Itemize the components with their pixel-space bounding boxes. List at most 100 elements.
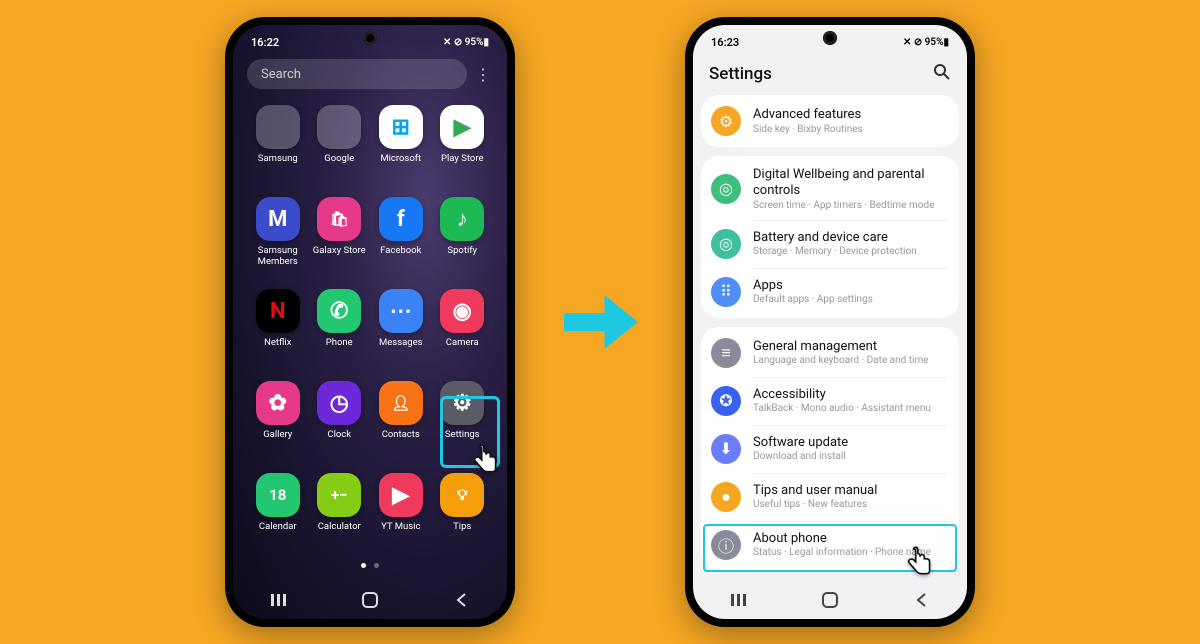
more-icon[interactable]: ⋮ — [473, 59, 493, 89]
app-samsung[interactable]: Samsung — [247, 99, 309, 191]
arrow-icon — [555, 277, 645, 367]
app-icon: N — [256, 289, 300, 333]
app-icon: ✿ — [256, 381, 300, 425]
app-label: Samsung — [258, 154, 298, 165]
phone-settings: 16:23 ✕ ⊘ 95%▮ Settings ⚙Advanced featur… — [685, 17, 975, 627]
app-netflix[interactable]: NNetflix — [247, 283, 309, 375]
row-subtitle: Useful tips · New features — [753, 499, 947, 510]
nav-recents[interactable] — [259, 590, 299, 610]
settings-row-tips-and-user-manual[interactable]: ●Tips and user manualUseful tips · New f… — [701, 473, 959, 521]
app-label: Contacts — [382, 430, 420, 441]
app-contacts[interactable]: 👤︎Contacts — [370, 375, 432, 467]
row-subtitle: Storage · Memory · Device protection — [753, 246, 947, 257]
settings-list[interactable]: ⚙Advanced featuresSide key · Bixby Routi… — [693, 95, 967, 580]
app-icon: ⚙ — [440, 381, 484, 425]
app-samsung-members[interactable]: MSamsung Members — [247, 191, 309, 283]
app-spotify[interactable]: ♪ Spotify — [432, 191, 494, 283]
app-label: Google — [324, 154, 354, 165]
folder-icon — [256, 105, 300, 149]
settings-row-apps[interactable]: ⠿AppsDefault apps · App settings — [701, 268, 959, 316]
nav-back[interactable] — [441, 590, 481, 610]
app-icon: ⋯ — [379, 289, 423, 333]
settings-screen: 16:23 ✕ ⊘ 95%▮ Settings ⚙Advanced featur… — [693, 25, 967, 619]
app-tips[interactable]: 💡︎Tips — [432, 467, 494, 559]
app-label: Microsoft — [380, 154, 421, 165]
settings-row-advanced-features[interactable]: ⚙Advanced featuresSide key · Bixby Routi… — [701, 97, 959, 145]
app-facebook[interactable]: fFacebook — [370, 191, 432, 283]
app-label: YT Music — [381, 522, 420, 533]
search-icon[interactable] — [933, 63, 951, 85]
camera-notch — [363, 31, 377, 45]
row-text: Software updateDownload and install — [753, 435, 947, 462]
app-label: Samsung Members — [258, 246, 298, 268]
row-icon: ◎ — [711, 229, 741, 259]
row-title: Software update — [753, 435, 947, 451]
row-title: Advanced features — [753, 107, 947, 123]
row-subtitle: Side key · Bixby Routines — [753, 124, 947, 135]
nav-back[interactable] — [901, 590, 941, 610]
navbar — [233, 581, 507, 619]
app-gallery[interactable]: ✿ Gallery — [247, 375, 309, 467]
nav-recents[interactable] — [719, 590, 759, 610]
row-title: Digital Wellbeing and parental controls — [753, 167, 947, 200]
app-label: Clock — [327, 430, 351, 441]
app-messages[interactable]: ⋯Messages — [370, 283, 432, 375]
settings-row-general-management[interactable]: ≡ General managementLanguage and keyboard… — [701, 329, 959, 377]
page-indicator — [233, 559, 507, 572]
cursor-hand-icon — [903, 545, 937, 579]
app-galaxy-store[interactable]: 🛍︎Galaxy Store — [309, 191, 371, 283]
search-placeholder: Search — [261, 67, 301, 82]
folder-icon — [317, 105, 361, 149]
app-icon: ◷ — [317, 381, 361, 425]
row-icon: ≡ — [711, 338, 741, 368]
row-text: AccessibilityTalkBack · Mono audio · Ass… — [753, 387, 947, 414]
nav-home[interactable] — [350, 590, 390, 610]
app-label: Facebook — [380, 246, 421, 257]
row-subtitle: Language and keyboard · Date and time — [753, 355, 947, 366]
app-camera[interactable]: ◉Camera — [432, 283, 494, 375]
settings-row-accessibility[interactable]: ✪ AccessibilityTalkBack · Mono audio · As… — [701, 377, 959, 425]
app-label: Phone — [326, 338, 353, 349]
app-label: Galaxy Store — [313, 246, 366, 257]
settings-card: ⚙Advanced featuresSide key · Bixby Routi… — [701, 95, 959, 147]
app-clock[interactable]: ◷ Clock — [309, 375, 371, 467]
app-icon: 💡︎ — [440, 473, 484, 517]
status-icons: ✕ ⊘ 95%▮ — [903, 37, 949, 48]
app-label: Spotify — [447, 246, 477, 257]
cursor-hand-icon — [469, 443, 503, 477]
home-screen: 16:22 ✕ ⊘ 95%▮ Search ⋮ Samsung Google ⊞ Mi… — [233, 25, 507, 619]
settings-row-digital-wellbeing-and-parental-controls[interactable]: ◎Digital Wellbeing and parental controls… — [701, 158, 959, 220]
app-play-store[interactable]: ▶Play Store — [432, 99, 494, 191]
search-row: Search ⋮ — [233, 55, 507, 93]
app-icon: 18 — [256, 473, 300, 517]
phone-home: 16:22 ✕ ⊘ 95%▮ Search ⋮ Samsung Google ⊞ Mi… — [225, 17, 515, 627]
app-calendar[interactable]: 18Calendar — [247, 467, 309, 559]
settings-row-battery-and-device-care[interactable]: ◎Battery and device careStorage · Memory… — [701, 220, 959, 268]
settings-row-software-update[interactable]: ⬇Software updateDownload and install — [701, 425, 959, 473]
app-icon: ▶ — [379, 473, 423, 517]
app-calculator[interactable]: +− Calculator — [309, 467, 371, 559]
nav-home[interactable] — [810, 590, 850, 610]
settings-header: Settings — [693, 55, 967, 95]
app-icon: ♪ — [440, 197, 484, 241]
app-icon: ⊞ — [379, 105, 423, 149]
app-yt-music[interactable]: ▶ YT Music — [370, 467, 432, 559]
search-input[interactable]: Search — [247, 59, 467, 89]
app-microsoft[interactable]: ⊞ Microsoft — [370, 99, 432, 191]
app-label: Settings — [445, 430, 480, 441]
app-label: Calculator — [318, 522, 361, 533]
row-text: General managementLanguage and keyboard … — [753, 339, 947, 366]
status-time: 16:22 — [251, 36, 279, 49]
row-subtitle: Download and install — [753, 451, 947, 462]
app-google[interactable]: Google — [309, 99, 371, 191]
row-title: General management — [753, 339, 947, 355]
row-icon: ✪ — [711, 386, 741, 416]
row-text: Advanced featuresSide key · Bixby Routin… — [753, 107, 947, 134]
app-icon: +− — [317, 473, 361, 517]
app-phone[interactable]: ✆Phone — [309, 283, 371, 375]
row-title: Accessibility — [753, 387, 947, 403]
app-label: Camera — [446, 338, 479, 349]
status-icons: ✕ ⊘ 95%▮ — [443, 37, 489, 48]
row-icon: ● — [711, 482, 741, 512]
app-label: Gallery — [263, 430, 292, 441]
